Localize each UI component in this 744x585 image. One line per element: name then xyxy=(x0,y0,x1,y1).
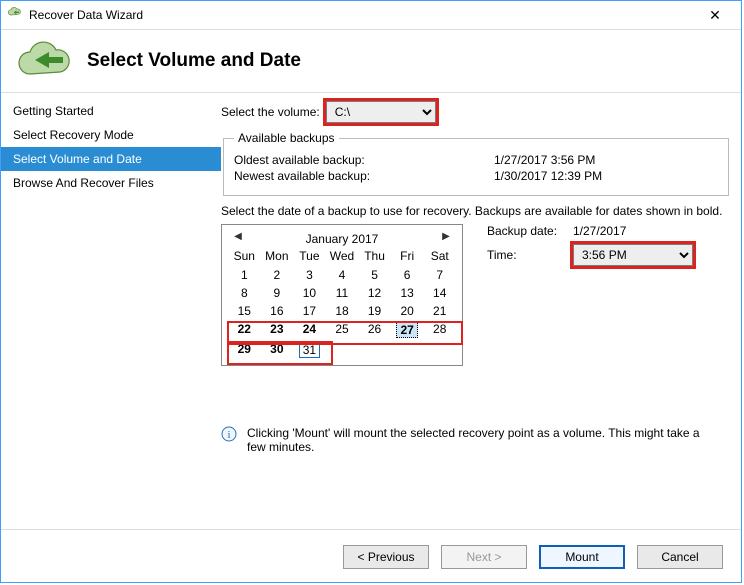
calendar-day[interactable]: 24 xyxy=(293,321,326,339)
calendar-day[interactable]: 14 xyxy=(423,285,456,301)
oldest-backup-label: Oldest available backup: xyxy=(234,153,494,167)
previous-button[interactable]: < Previous xyxy=(343,545,429,569)
calendar-day[interactable]: 10 xyxy=(293,285,326,301)
calendar-day[interactable]: 22 xyxy=(228,321,261,339)
calendar-day[interactable]: 18 xyxy=(326,303,359,319)
time-select[interactable]: 3:56 PM xyxy=(573,244,693,266)
info-note: i Clicking 'Mount' will mount the select… xyxy=(221,426,731,454)
calendar-dow: Thu xyxy=(358,249,391,265)
calendar-next-icon[interactable]: ▶ xyxy=(438,229,454,245)
calendar-day[interactable]: 8 xyxy=(228,285,261,301)
calendar-day xyxy=(358,341,391,359)
calendar-grid: SunMonTueWedThuFriSat1234567891011121314… xyxy=(228,249,456,359)
page-title: Select Volume and Date xyxy=(87,50,301,72)
calendar-day[interactable]: 5 xyxy=(358,267,391,283)
calendar-day[interactable]: 26 xyxy=(358,321,391,339)
available-backups-group: Available backups Oldest available backu… xyxy=(223,131,729,196)
calendar-month-label: January 2017 xyxy=(306,232,379,246)
body: Getting Started Select Recovery Mode Sel… xyxy=(1,93,741,529)
calendar-day[interactable]: 20 xyxy=(391,303,424,319)
calendar-day[interactable]: 6 xyxy=(391,267,424,283)
calendar-day[interactable]: 27 xyxy=(391,321,424,339)
calendar-day[interactable]: 16 xyxy=(261,303,294,319)
calendar-day xyxy=(391,341,424,359)
calendar-day[interactable]: 12 xyxy=(358,285,391,301)
calendar-day[interactable]: 13 xyxy=(391,285,424,301)
volume-label: Select the volume: xyxy=(221,105,320,119)
oldest-backup-value: 1/27/2017 3:56 PM xyxy=(494,153,595,167)
calendar-day[interactable]: 29 xyxy=(228,341,261,359)
sidebar-item-volume-date[interactable]: Select Volume and Date xyxy=(1,147,221,171)
time-label: Time: xyxy=(487,248,573,262)
volume-select[interactable]: C:\ xyxy=(326,101,436,123)
info-icon: i xyxy=(221,426,237,442)
calendar-day[interactable]: 30 xyxy=(261,341,294,359)
calendar-day xyxy=(326,341,359,359)
sidebar: Getting Started Select Recovery Mode Sel… xyxy=(1,93,221,529)
backup-info: Backup date: 1/27/2017 Time: 3:56 PM xyxy=(487,224,693,366)
calendar-day[interactable]: 3 xyxy=(293,267,326,283)
calendar-dow: Mon xyxy=(261,249,294,265)
calendar-day[interactable]: 19 xyxy=(358,303,391,319)
calendar-day[interactable]: 17 xyxy=(293,303,326,319)
calendar-day[interactable]: 23 xyxy=(261,321,294,339)
calendar-dow: Sat xyxy=(423,249,456,265)
svg-text:i: i xyxy=(227,429,230,441)
sidebar-item-browse-recover[interactable]: Browse And Recover Files xyxy=(1,171,221,195)
titlebar: Recover Data Wizard ✕ xyxy=(1,1,741,30)
instruction-text: Select the date of a backup to use for r… xyxy=(221,204,731,218)
available-backups-legend: Available backups xyxy=(234,131,339,145)
info-note-text: Clicking 'Mount' will mount the selected… xyxy=(247,426,721,454)
main-pane: Select the volume: C:\ Available backups… xyxy=(221,93,741,529)
mount-button[interactable]: Mount xyxy=(539,545,625,569)
calendar-day[interactable]: 1 xyxy=(228,267,261,283)
close-button[interactable]: ✕ xyxy=(695,7,735,23)
calendar-day[interactable]: 4 xyxy=(326,267,359,283)
calendar-prev-icon[interactable]: ◀ xyxy=(230,229,246,245)
newest-backup-value: 1/30/2017 12:39 PM xyxy=(494,169,602,183)
window-title: Recover Data Wizard xyxy=(29,8,695,22)
calendar-day[interactable]: 25 xyxy=(326,321,359,339)
backup-date-label: Backup date: xyxy=(487,224,573,238)
calendar-day[interactable]: 31 xyxy=(293,341,326,359)
calendar-day[interactable]: 2 xyxy=(261,267,294,283)
newest-backup-label: Newest available backup: xyxy=(234,169,494,183)
footer: < Previous Next > Mount Cancel xyxy=(1,529,741,584)
sidebar-item-recovery-mode[interactable]: Select Recovery Mode xyxy=(1,123,221,147)
calendar-day[interactable]: 9 xyxy=(261,285,294,301)
calendar-day[interactable]: 15 xyxy=(228,303,261,319)
calendar-day xyxy=(423,341,456,359)
calendar-day[interactable]: 7 xyxy=(423,267,456,283)
backup-date-value: 1/27/2017 xyxy=(573,224,626,238)
calendar-dow: Sun xyxy=(228,249,261,265)
calendar-day[interactable]: 11 xyxy=(326,285,359,301)
calendar-day[interactable]: 21 xyxy=(423,303,456,319)
calendar-dow: Tue xyxy=(293,249,326,265)
calendar-dow: Wed xyxy=(326,249,359,265)
calendar[interactable]: ◀ January 2017 ▶ SunMonTueWedThuFriSat12… xyxy=(221,224,463,366)
wizard-window: Recover Data Wizard ✕ Select Volume and … xyxy=(0,0,742,583)
header: Select Volume and Date xyxy=(1,30,741,93)
calendar-day[interactable]: 28 xyxy=(423,321,456,339)
next-button[interactable]: Next > xyxy=(441,545,527,569)
sidebar-item-getting-started[interactable]: Getting Started xyxy=(1,99,221,123)
cloud-logo-icon xyxy=(15,40,75,82)
calendar-dow: Fri xyxy=(391,249,424,265)
cancel-button[interactable]: Cancel xyxy=(637,545,723,569)
app-cloud-icon xyxy=(7,7,23,23)
